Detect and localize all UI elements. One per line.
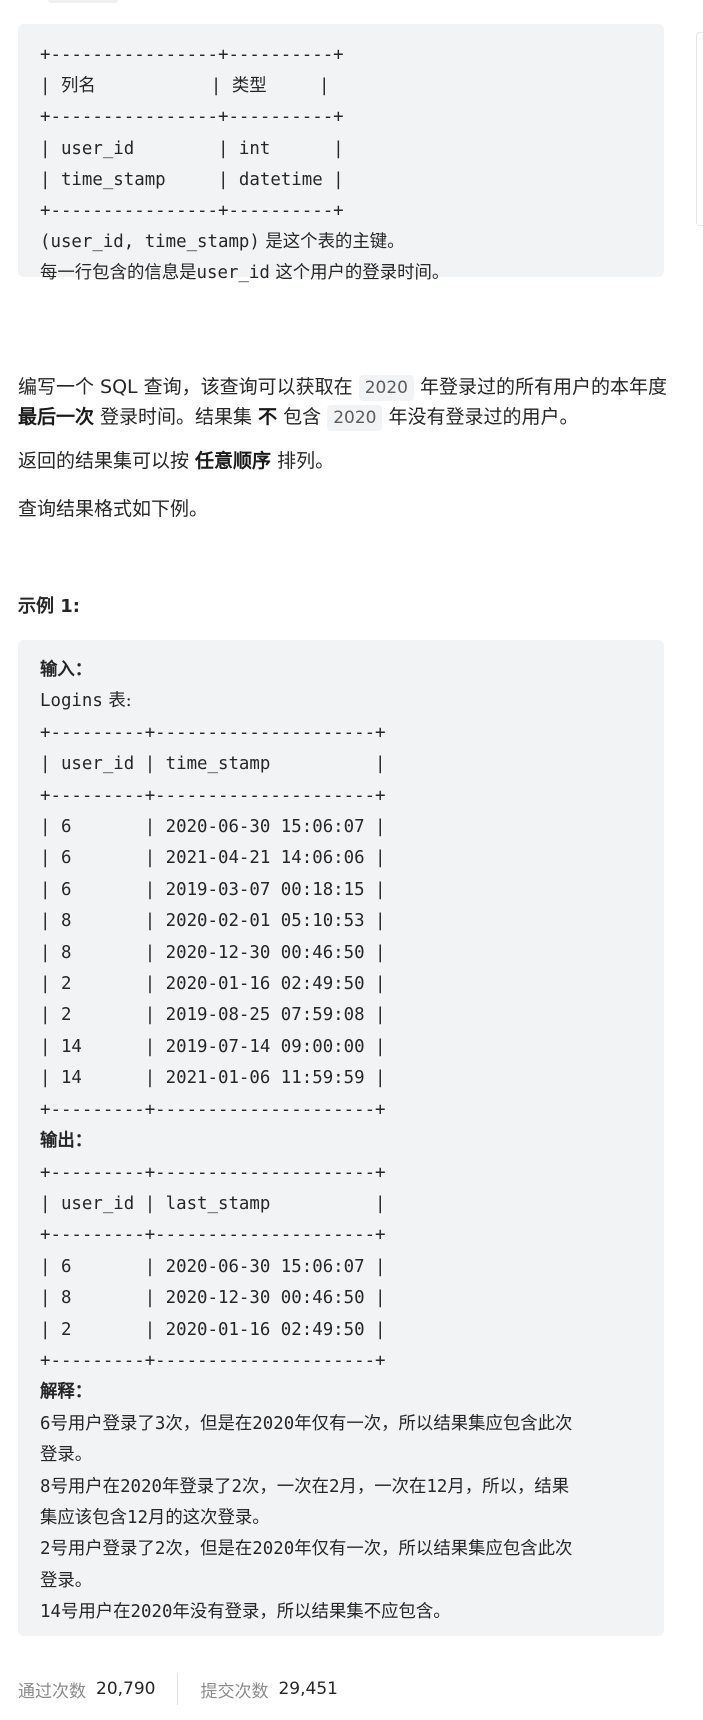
statement-text-3: 登录时间。结果集 [94, 406, 259, 428]
row-desc-code: user_id [196, 263, 270, 284]
example-title: 示例 1: [18, 596, 80, 617]
explanation-number: 14 [40, 1602, 61, 1623]
accepted-value: 20,790 [96, 1679, 156, 1699]
submitted-stat: 提交次数 29,451 [200, 1677, 337, 1702]
explanation-number: 2 [154, 1539, 166, 1560]
explanation-number: 12 [426, 1476, 448, 1497]
output-label: 输出： [40, 1131, 93, 1152]
format-note: 查询结果格式如下例。 [18, 498, 209, 520]
order-text-1: 返回的结果集可以按 [18, 450, 196, 472]
explanation-text: 号用户在 [50, 1476, 121, 1497]
order-note: 返回的结果集可以按 任意顺序 排列。 [18, 446, 668, 476]
submission-stats: 通过次数 20,790 提交次数 29,451 [18, 1671, 338, 1707]
explanation-number: 2 [40, 1539, 51, 1560]
statement-text-1: 编写一个 SQL 查询，该查询可以获取在 [18, 376, 359, 398]
stats-divider [177, 1673, 179, 1705]
explanation-number: 2020 [130, 1602, 173, 1623]
example-content: 输入： Logins 表: +---------+---------------… [40, 655, 642, 1629]
accepted-label: 通过次数 [18, 1681, 86, 1702]
explanation-text: 号用户登录了 [50, 1413, 155, 1434]
input-table-suffix: 表: [102, 691, 132, 712]
submitted-value: 29,451 [278, 1679, 338, 1699]
year-code-2: 2020 [327, 405, 383, 431]
emphasis-any-order: 任意顺序 [195, 450, 272, 472]
example-code-block: 输入： Logins 表: +---------+---------------… [18, 640, 664, 1636]
primary-key-code: (user_id, time_stamp) [40, 232, 260, 253]
explanation-text: 号用户登录了 [50, 1539, 155, 1560]
explanation-text: 次，但是在 [165, 1539, 253, 1560]
explanation-text: 年仅有一次，所以结果集应包含此次 [294, 1539, 573, 1560]
input-table: +---------+---------------------+ | user… [40, 722, 386, 1120]
explanation-text: 月的这次登录。 [147, 1507, 270, 1528]
top-scroll-remnant [48, 0, 118, 3]
explanation-lines: 6号用户登录了3次，但是在2020年仅有一次，所以结果集应包含此次 登录。 8号… [40, 1414, 572, 1622]
input-label: 输入： [40, 660, 93, 680]
explanation-label: 解释： [40, 1382, 93, 1403]
row-desc-prefix: 每一行包含的信息是 [40, 263, 197, 284]
explanation-text: 月，一次在 [339, 1476, 427, 1497]
explanation-number: 6 [40, 1413, 51, 1434]
explanation-text: 登录。 [40, 1570, 93, 1591]
explanation-text: 月，所以，结果 [447, 1476, 570, 1497]
accepted-stat: 通过次数 20,790 [18, 1677, 155, 1702]
statement-text-2: 年登录过的所有用户的本年度 [414, 376, 668, 398]
explanation-text: 号用户在 [60, 1602, 131, 1623]
primary-key-text: 是这个表的主键。 [259, 232, 405, 253]
side-panel-edge [696, 32, 703, 226]
explanation-text: 次，但是在 [165, 1413, 253, 1434]
explanation-text: 登录。 [40, 1445, 93, 1466]
schema-table: +----------------+----------+ | 列名 | 类型 … [40, 40, 642, 227]
row-desc-suffix: 这个用户的登录时间。 [269, 263, 450, 284]
output-table: +---------+---------------------+ | user… [40, 1162, 386, 1371]
schema-code-block: +----------------+----------+ | 列名 | 类型 … [18, 24, 664, 283]
submitted-label: 提交次数 [200, 1681, 269, 1702]
statement-text-4: 包含 [277, 406, 328, 428]
explanation-number: 3 [154, 1413, 166, 1434]
explanation-number: 2020 [252, 1413, 295, 1434]
emphasis-not: 不 [258, 406, 278, 428]
explanation-text: 年仅有一次，所以结果集应包含此次 [294, 1413, 573, 1434]
explanation-text: 集应该包含 [40, 1507, 127, 1528]
explanation-number: 2 [231, 1476, 243, 1497]
explanation-number: 2020 [252, 1539, 295, 1560]
problem-statement: 编写一个 SQL 查询，该查询可以获取在 2020 年登录过的所有用户的本年度 … [18, 372, 668, 432]
statement-text-5: 年没有登录过的用户。 [382, 406, 579, 428]
explanation-text: 次，一次在 [242, 1476, 329, 1497]
input-table-name: Logins [40, 691, 103, 712]
order-text-2: 排列。 [271, 450, 335, 472]
year-code-1: 2020 [358, 375, 414, 401]
schema-table-lines: +----------------+----------+ | 列名 | 类型 … [40, 45, 344, 222]
schema-notes: (user_id, time_stamp) 是这个表的主键。 每一行包含的信息是… [40, 227, 642, 289]
explanation-number: 2 [328, 1476, 340, 1497]
emphasis-last-time: 最后一次 [18, 406, 95, 428]
explanation-number: 8 [40, 1476, 51, 1497]
explanation-number: 2020 [120, 1476, 162, 1497]
explanation-text: 年没有登录，所以结果集不应包含。 [172, 1602, 451, 1623]
explanation-text: 年登录了 [161, 1476, 232, 1497]
explanation-number: 12 [126, 1507, 148, 1528]
